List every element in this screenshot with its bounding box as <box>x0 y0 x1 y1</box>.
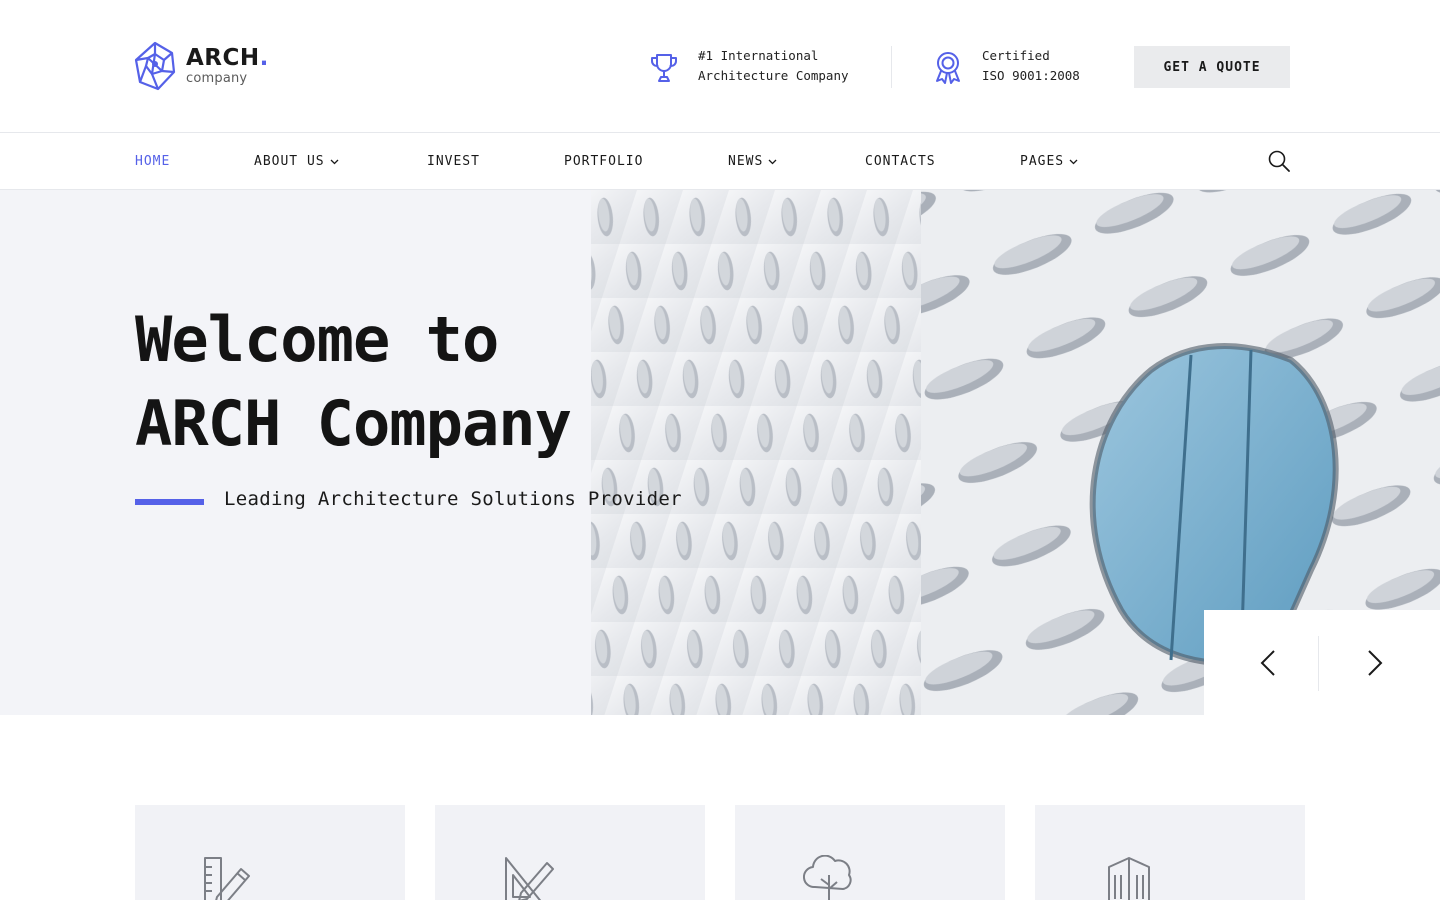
award-info-line1: #1 International <box>698 48 819 63</box>
award-ribbon-icon <box>936 52 960 84</box>
hero-subtitle: Leading Architecture Solutions Provider <box>224 488 682 510</box>
nav-item-pages[interactable]: PAGES <box>1020 154 1078 169</box>
trophy-icon <box>650 54 678 82</box>
nav-item-about-us[interactable]: ABOUT US <box>254 154 339 169</box>
office-building-icon <box>1108 857 1150 900</box>
pencil-ruler-icon <box>204 857 250 900</box>
nav-item-label: ABOUT US <box>254 154 325 169</box>
search-icon[interactable] <box>1268 150 1290 172</box>
tree-icon <box>803 855 852 900</box>
nav-item-label: INVEST <box>427 154 480 169</box>
hero-title-line1: Welcome to <box>135 303 499 376</box>
hero-accent-line <box>135 499 204 505</box>
nav-item-news[interactable]: NEWS <box>728 154 777 169</box>
nav-item-label: CONTACTS <box>865 154 936 169</box>
feature-card-landscape[interactable] <box>735 805 1005 900</box>
logo[interactable]: ARCH. company <box>134 40 269 92</box>
nav-item-label: PORTFOLIO <box>564 154 644 169</box>
feature-card-design[interactable] <box>135 805 405 900</box>
nav-item-contacts[interactable]: CONTACTS <box>865 154 936 169</box>
chevron-right-icon[interactable] <box>1359 648 1389 678</box>
slider-controls-divider <box>1318 636 1319 691</box>
hero-title-line2: ARCH Company <box>135 387 572 460</box>
brand-tagline: company <box>186 71 248 86</box>
certification-info-line1: Certified <box>982 48 1050 63</box>
nav-item-portfolio[interactable]: PORTFOLIO <box>564 154 643 169</box>
brand-name-text: ARCH <box>186 45 260 71</box>
drafting-tools-icon <box>505 857 554 900</box>
top-header: ARCH. company #1 International Architect… <box>0 0 1440 133</box>
header-divider <box>891 46 892 88</box>
nav-item-home[interactable]: HOME <box>135 154 170 169</box>
chevron-down-icon <box>330 159 339 164</box>
get-a-quote-button[interactable]: GET A QUOTE <box>1134 46 1290 88</box>
hero-title: Welcome to ARCH Company <box>135 298 572 466</box>
feature-card-construction[interactable] <box>1035 805 1305 900</box>
award-info: #1 International Architecture Company <box>648 46 849 86</box>
nav-item-label: HOME <box>135 154 171 169</box>
nav-item-label: NEWS <box>728 154 764 169</box>
geodesic-sphere-icon <box>134 41 176 91</box>
feature-card-planning[interactable] <box>435 805 705 900</box>
hero-slider: Welcome to ARCH Company Leading Architec… <box>0 190 1440 715</box>
main-nav: HOME ABOUT US INVEST PORTFOLIO NEWS CONT… <box>0 133 1440 190</box>
slider-controls <box>1204 610 1440 715</box>
brand-name: ARCH. <box>186 47 269 70</box>
nav-item-label: PAGES <box>1020 154 1065 169</box>
brand-dot: . <box>259 45 269 71</box>
certification-info-line2: ISO 9001:2008 <box>982 68 1080 83</box>
award-info-line2: Architecture Company <box>698 68 849 83</box>
certification-info: Certified ISO 9001:2008 <box>932 46 1080 86</box>
chevron-down-icon <box>768 159 777 164</box>
chevron-left-icon[interactable] <box>1254 648 1284 678</box>
chevron-down-icon <box>1069 159 1078 164</box>
nav-item-invest[interactable]: INVEST <box>427 154 480 169</box>
